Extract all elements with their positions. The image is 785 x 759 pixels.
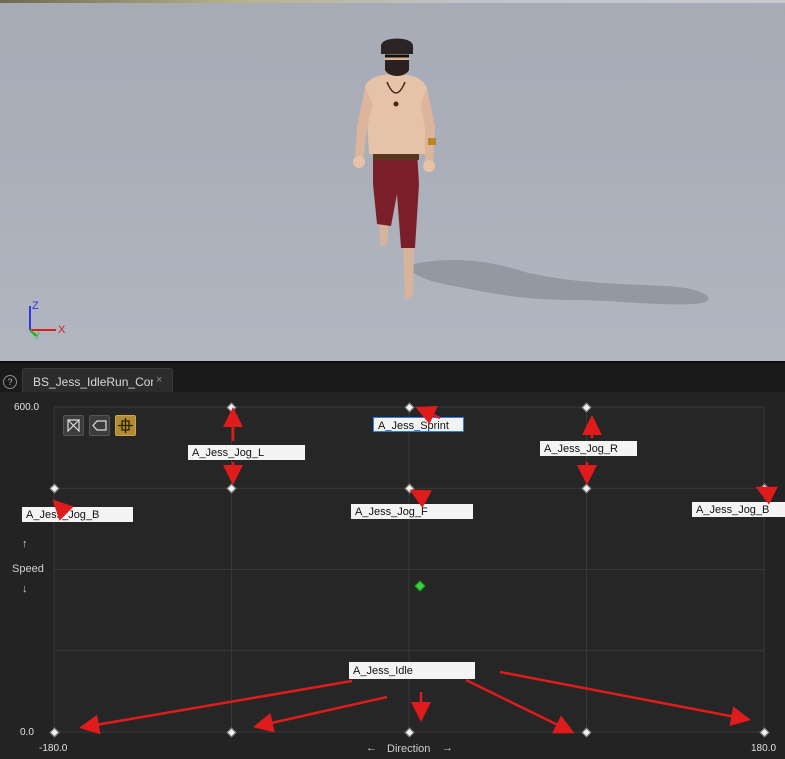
sample-label-jog-b-right: A_Jess_Jog_B — [692, 502, 785, 517]
tab-bar: ? BS_Jess_IdleRun_Con × — [0, 361, 785, 395]
sample-label-sprint: A_Jess_Sprint — [373, 417, 464, 432]
axis-z-label: Z — [32, 300, 39, 312]
sample-label-idle: A_Jess_Idle — [349, 662, 475, 679]
tab-title: BS_Jess_IdleRun_Con — [33, 375, 153, 389]
close-icon[interactable]: × — [156, 374, 162, 386]
x-axis-title: Direction — [387, 743, 431, 755]
y-axis-title: Speed — [12, 563, 44, 575]
direction-left-arrow: ← — [366, 742, 377, 754]
tag-icon[interactable] — [89, 415, 110, 436]
blendspace-graph[interactable]: 600.0 0.0 -180.0 180.0 ↑ Speed ↓ ← Direc… — [0, 392, 785, 759]
sample-label-jog-b-left: A_Jess_Jog_B — [22, 507, 133, 522]
axis-x-label: X — [58, 324, 66, 336]
preview-viewport[interactable]: Z X Y — [0, 0, 785, 361]
x-min-label: -180.0 — [39, 743, 68, 754]
sample-label-jog-l-top: A_Jess_Jog_L — [188, 445, 305, 460]
y-max-label: 600.0 — [14, 402, 40, 413]
y-min-label: 0.0 — [20, 727, 34, 738]
axis-y-label: Y — [34, 331, 41, 341]
viewport-top-strip — [0, 0, 785, 3]
tab-blendspace[interactable]: BS_Jess_IdleRun_Con × — [22, 368, 173, 395]
axis-gizmo: Z X Y — [22, 298, 72, 343]
speed-down-arrow: ↓ — [22, 583, 28, 595]
grid-lines — [53, 406, 765, 733]
direction-right-arrow: → — [442, 742, 453, 754]
help-icon[interactable]: ? — [3, 375, 17, 389]
speed-up-arrow: ↑ — [22, 538, 28, 550]
fit-view-icon[interactable] — [115, 415, 136, 436]
character-preview — [353, 38, 709, 305]
sample-label-jog-f: A_Jess_Jog_F — [351, 504, 473, 519]
x-max-label: 180.0 — [751, 743, 777, 754]
sample-label-jog-r-top: A_Jess_Jog_R — [540, 441, 637, 456]
triangulate-icon[interactable] — [63, 415, 84, 436]
